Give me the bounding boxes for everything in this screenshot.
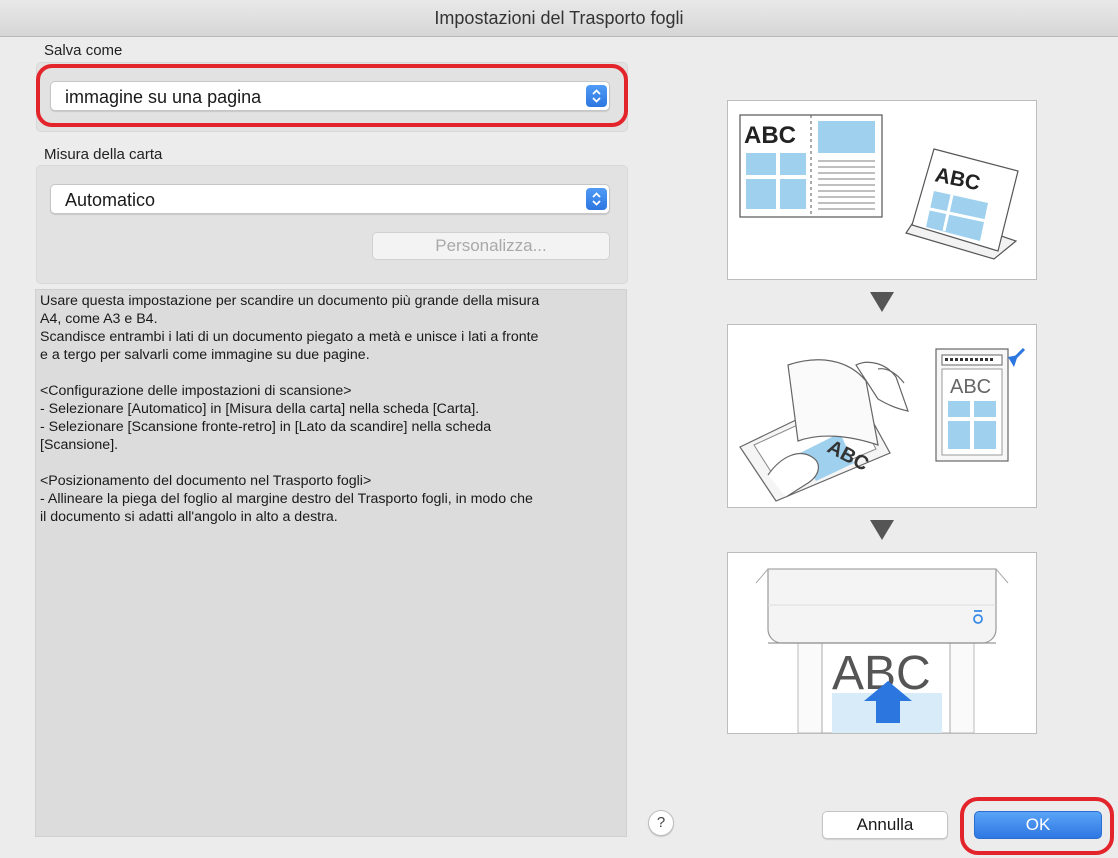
- illustration-text: ABC: [744, 122, 796, 149]
- description-line: A4, come A3 e B4.: [40, 311, 158, 327]
- save-as-value: immagine su una pagina: [65, 87, 262, 107]
- description-line: - Allineare la piega del foglio al margi…: [40, 491, 533, 507]
- save-as-label: Salva come: [44, 42, 123, 59]
- description-line: <Configurazione delle impostazioni di sc…: [40, 383, 352, 399]
- description-gap: [40, 364, 622, 382]
- scanner-illustration: ABC: [727, 552, 1037, 734]
- description-line: - Selezionare [Scansione fronte-retro] i…: [40, 419, 492, 435]
- folded-document-illustration: ABC ABC: [727, 100, 1037, 280]
- down-arrow-icon: [870, 520, 894, 540]
- customize-button[interactable]: Personalizza...: [372, 232, 610, 260]
- description-line: [Scansione].: [40, 437, 119, 453]
- popup-stepper-icon: [586, 188, 607, 210]
- save-as-popup[interactable]: immagine su una pagina: [50, 81, 610, 111]
- description-panel: Usare questa impostazione per scandire u…: [35, 289, 627, 837]
- window-title: Impostazioni del Trasporto fogli: [0, 0, 1118, 37]
- paper-size-value: Automatico: [65, 190, 156, 210]
- description-line: il documento si adatti all'angolo in alt…: [40, 509, 338, 525]
- help-button[interactable]: ?: [648, 810, 674, 836]
- description-line: e a tergo per salvarli come immagine su …: [40, 347, 370, 363]
- description-gap: [40, 454, 622, 472]
- description-line: Usare questa impostazione per scandire u…: [40, 293, 540, 309]
- cancel-button[interactable]: Annulla: [822, 811, 948, 839]
- insert-sheet-illustration: ABC ABC: [727, 324, 1037, 508]
- paper-size-label: Misura della carta: [44, 146, 163, 163]
- description-line: - Selezionare [Automatico] in [Misura de…: [40, 401, 480, 417]
- description-line: Scandisce entrambi i lati di un document…: [40, 329, 539, 345]
- down-arrow-icon: [870, 292, 894, 312]
- description-line: <Posizionamento del documento nel Traspo…: [40, 473, 372, 489]
- popup-stepper-icon: [586, 85, 607, 107]
- paper-size-group: [36, 165, 628, 284]
- paper-size-popup[interactable]: Automatico: [50, 184, 610, 214]
- svg-text:ABC: ABC: [950, 376, 991, 398]
- ok-button[interactable]: OK: [974, 811, 1102, 839]
